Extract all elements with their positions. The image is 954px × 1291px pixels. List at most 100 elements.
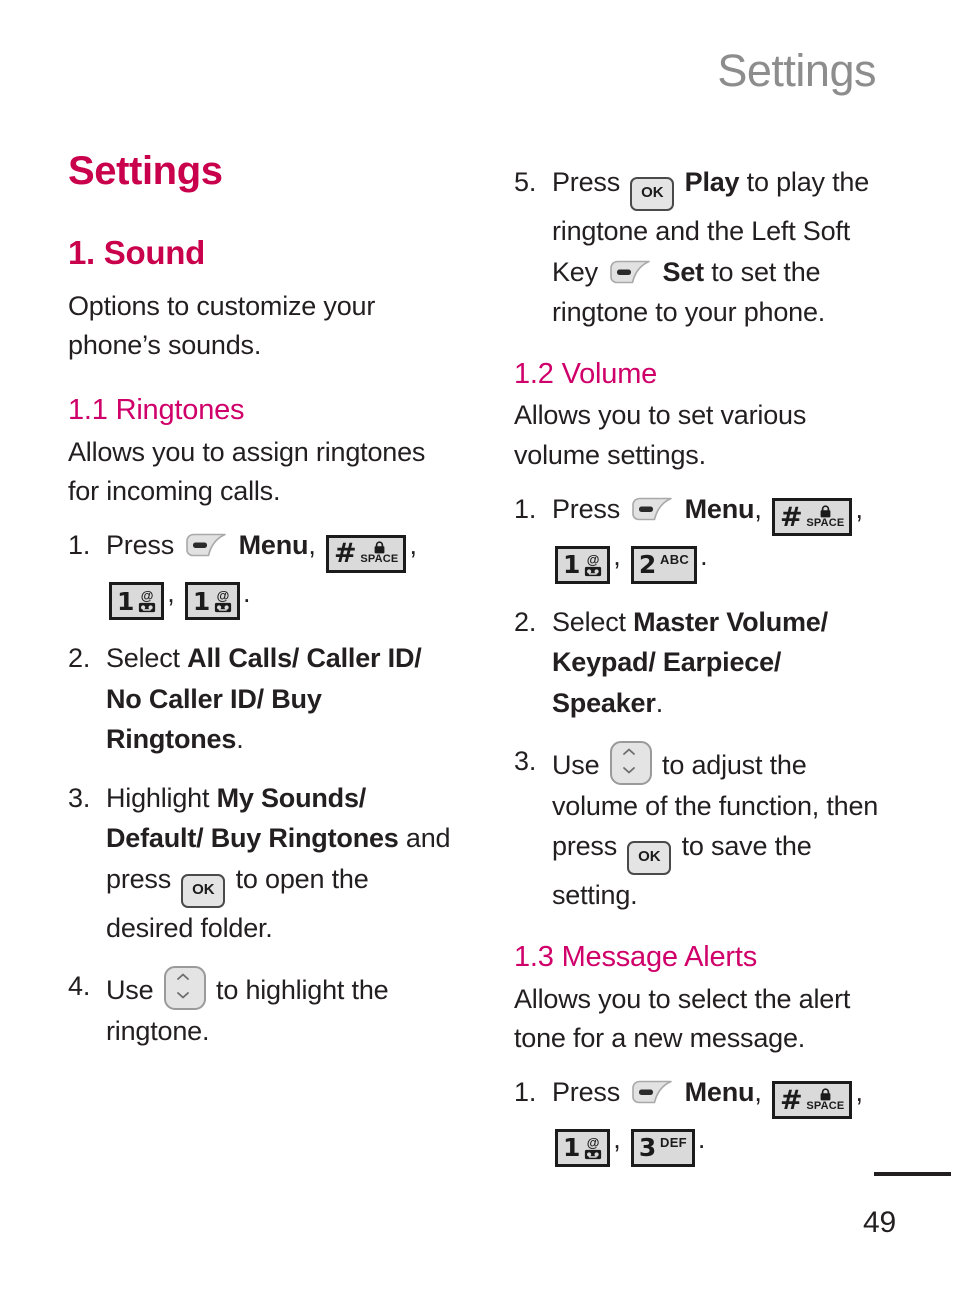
at-symbol-icon: @ xyxy=(586,1134,600,1150)
step-item: 2. Select All Calls/ Caller ID/ No Caller… xyxy=(68,638,452,760)
voicemail-icon xyxy=(214,602,232,613)
steps-list: 1. Press Menu, # SPACE, 1 @, 3 DEF. xyxy=(514,1072,898,1167)
section-intro-text: Options to customize your phone’s sounds… xyxy=(68,290,376,360)
digit-1-glyph: 1 xyxy=(117,586,135,616)
letters-label: ABC xyxy=(660,551,690,567)
subsection-intro: Allows you to set various volume setting… xyxy=(514,400,807,470)
step-text: , xyxy=(855,1076,863,1107)
step-text: , xyxy=(613,1124,628,1155)
steps-list: 1. Press Menu, # SPACE, 1 @, 2 ABC. 2. Select … xyxy=(514,489,898,916)
hash-glyph: # xyxy=(779,1084,803,1116)
step-text: . xyxy=(655,687,664,718)
hash-glyph: # xyxy=(333,538,357,570)
voicemail-icon xyxy=(584,566,602,577)
step-text: , xyxy=(308,530,323,561)
step-text: Use xyxy=(552,750,607,781)
keypad-key-3-icon: 3 DEF xyxy=(630,1128,695,1167)
voicemail-icon xyxy=(584,1149,602,1160)
navigation-key-icon xyxy=(163,966,206,1011)
voicemail-icon xyxy=(138,602,156,613)
hash-space-key-icon: # SPACE xyxy=(325,534,407,573)
page-number: 49 xyxy=(863,1206,896,1239)
at-symbol-icon: @ xyxy=(216,588,230,604)
digit-glyph: 2 xyxy=(638,550,657,580)
step-emphasis: Menu xyxy=(677,1076,755,1107)
ok-key-icon: OK xyxy=(627,841,672,876)
keypad-key-1-icon: 1 @ xyxy=(109,582,165,621)
digit-1-glyph: 1 xyxy=(563,550,581,580)
subsections-container: 1.2 Volume Allows you to set various volu… xyxy=(514,357,898,1167)
steps-list-ringtones: 1. Press Menu, # SPACE, 1 @, 1 @. 2. Select Al… xyxy=(68,525,452,1051)
page-title: Settings xyxy=(68,149,223,193)
step-number: 1. xyxy=(514,1076,537,1107)
hash-space-key-icon: # SPACE xyxy=(771,1081,853,1120)
manual-page: Settings Settings 1. Sound Options to cu… xyxy=(0,0,954,1291)
keypad-key-1-icon: 1 @ xyxy=(555,1128,611,1167)
step-item: 1. Press Menu, # SPACE, 1 @, 2 ABC. xyxy=(514,489,898,584)
steps-list-ringtones-continued: 5. Press OK Play to play the ringtone and… xyxy=(514,162,898,333)
step-emphasis: Menu xyxy=(677,493,755,524)
step-item: 3. Highlight My Sounds/ Default/ Buy Ring… xyxy=(68,778,452,949)
footer-rule xyxy=(874,1172,951,1176)
step-text: Highlight xyxy=(106,782,217,813)
step-number: 1. xyxy=(68,530,91,561)
step-text: Select xyxy=(552,606,634,637)
step-item: 3. Use to adjust the volume of the functi… xyxy=(514,741,898,916)
hash-glyph: # xyxy=(779,501,803,533)
step-number: 5. xyxy=(514,167,537,197)
step-item: 1. Press Menu, # SPACE, 1 @, 1 @. xyxy=(68,525,452,621)
step-item: 2. Select Master Volume/ Keypad/ Earpiece… xyxy=(514,602,898,724)
navigation-key-icon xyxy=(609,741,652,786)
left-soft-key-icon xyxy=(608,259,652,285)
left-column: Settings 1. Sound Options to customize y… xyxy=(68,150,452,1185)
section-heading-sound: 1. Sound xyxy=(68,234,205,271)
right-column: 5. Press OK Play to play the ringtone and… xyxy=(514,150,898,1185)
digit-1-glyph: 1 xyxy=(563,1133,581,1163)
subsection-heading-ringtones: 1.1 Ringtones xyxy=(68,393,245,426)
at-symbol-icon: @ xyxy=(140,588,154,604)
step-text: Use xyxy=(106,975,161,1006)
step-emphasis: Play xyxy=(677,167,740,197)
step-text: Press xyxy=(552,493,628,524)
subsection-heading: 1.3 Message Alerts xyxy=(514,940,758,973)
step-emphasis: Set xyxy=(655,256,705,287)
space-label: SPACE xyxy=(806,1100,845,1113)
step-number: 1. xyxy=(514,493,537,524)
keypad-key-1-icon: 1 @ xyxy=(555,545,611,584)
left-soft-key-icon xyxy=(184,532,228,558)
step-text: , xyxy=(167,577,182,608)
step-item: 1. Press Menu, # SPACE, 1 @, 3 DEF. xyxy=(514,1072,898,1167)
step-number: 2. xyxy=(514,606,537,637)
step-number: 4. xyxy=(68,971,91,1002)
step-emphasis: Menu xyxy=(231,530,309,561)
subsection-heading: 1.2 Volume xyxy=(514,357,658,390)
step-text: . xyxy=(700,541,708,572)
step-text: . xyxy=(236,724,244,755)
step-text: Press xyxy=(552,167,628,197)
step-item: 5. Press OK Play to play the ringtone and… xyxy=(514,162,898,333)
step-text: , xyxy=(409,530,417,561)
page-columns: Settings 1. Sound Options to customize y… xyxy=(68,150,898,1185)
digit-glyph: 3 xyxy=(638,1133,657,1163)
at-symbol-icon: @ xyxy=(586,551,600,567)
step-text: , xyxy=(613,541,628,572)
step-text: , xyxy=(754,493,769,524)
ok-key-icon: OK xyxy=(630,177,675,211)
step-text: . xyxy=(243,577,251,608)
step-number: 2. xyxy=(68,643,91,674)
lock-icon xyxy=(818,505,833,518)
step-item: 4. Use to highlight the ringtone. xyxy=(68,966,452,1051)
space-label: SPACE xyxy=(806,516,845,529)
step-text: . xyxy=(697,1124,706,1155)
step-text: , xyxy=(855,493,863,524)
left-soft-key-icon xyxy=(630,496,674,522)
ok-key-icon: OK xyxy=(181,873,226,908)
keypad-key-1-icon: 1 @ xyxy=(184,582,241,621)
step-text: , xyxy=(754,1076,769,1107)
digit-1-glyph: 1 xyxy=(192,586,211,616)
step-number: 3. xyxy=(68,782,91,813)
step-text: Press xyxy=(552,1076,628,1107)
keypad-key-2-icon: 2 ABC xyxy=(630,545,698,584)
step-text: Select xyxy=(106,643,188,674)
subsection-intro-ringtones: Allows you to assign ringtones for incom… xyxy=(68,436,426,506)
